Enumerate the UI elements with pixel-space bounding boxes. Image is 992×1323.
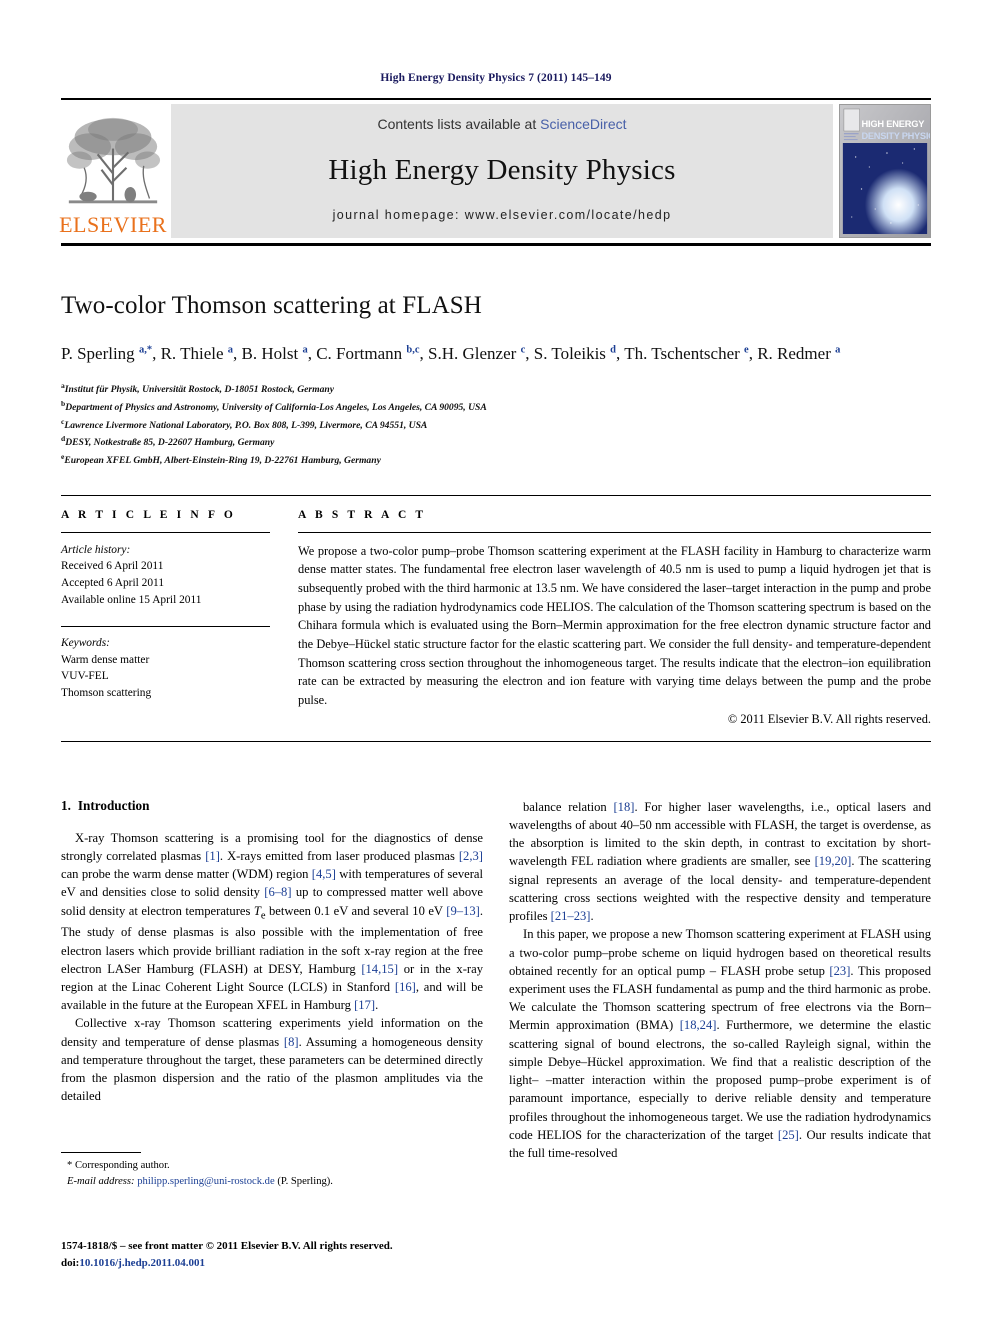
- body-column-left: 1. Introduction X-ray Thomson scattering …: [61, 798, 483, 1163]
- article-history-group: Article history: Received 6 April 2011 A…: [61, 542, 270, 609]
- journal-homepage-line[interactable]: journal homepage: www.elsevier.com/locat…: [333, 208, 672, 222]
- article-history-label: Article history:: [61, 543, 131, 556]
- elsevier-tree-icon: [66, 117, 161, 204]
- affiliation-item: dDESY, Notkestraße 85, D-22607 Hamburg, …: [61, 434, 275, 449]
- svg-text:DENSITY PHYSICS: DENSITY PHYSICS: [862, 130, 930, 141]
- abstract-column: A B S T R A C T We propose a two-color p…: [298, 509, 931, 727]
- corresponding-author-note: * Corresponding author.: [61, 1158, 471, 1174]
- history-item: Accepted 6 April 2011: [61, 577, 165, 590]
- history-item: Available online 15 April 2011: [61, 594, 202, 607]
- email-label: E-mail address:: [67, 1175, 135, 1187]
- footnote-rule: [61, 1152, 141, 1153]
- page-title: Two-color Thomson scattering at FLASH: [61, 292, 482, 319]
- paragraph: balance relation [18]. For higher laser …: [509, 799, 931, 924]
- affiliation-list: aInstitut für Physik, Universität Rostoc…: [61, 380, 931, 469]
- sciencedirect-link[interactable]: ScienceDirect: [540, 116, 626, 132]
- affiliation-item: bDepartment of Physics and Astronomy, Un…: [61, 398, 487, 414]
- abstract-rule: [298, 531, 931, 533]
- affiliation-item: cLawrence Livermore National Laboratory,…: [61, 416, 428, 431]
- doi-link[interactable]: 10.1016/j.hedp.2011.04.001: [79, 1257, 205, 1269]
- keywords-rule: [61, 625, 270, 627]
- corresponding-marker: *: [67, 1160, 73, 1171]
- elsevier-wordmark: ELSEVIER: [59, 212, 167, 237]
- affiliation-marker: e: [61, 452, 65, 461]
- header-rule: [61, 98, 931, 100]
- email-link[interactable]: philipp.sperling@uni-rostock.de: [137, 1176, 274, 1187]
- elsevier-logo: ELSEVIER: [59, 104, 167, 238]
- keyword-item: Warm dense matter: [61, 653, 150, 666]
- masthead-bottom-rule: [61, 243, 931, 246]
- frontmatter-block: 1574-1818/$ – see front matter © 2011 El…: [61, 1238, 531, 1271]
- email-owner: (P. Sperling).: [277, 1175, 333, 1187]
- doi-label: doi:: [61, 1256, 80, 1269]
- affiliation-item: aInstitut für Physik, Universität Rostoc…: [61, 381, 334, 396]
- abstract-text: We propose a two-color pump–probe Thomso…: [298, 543, 931, 707]
- paragraph: X-ray Thomson scattering is a promising …: [61, 830, 484, 1013]
- contents-available-line: Contents lists available at ScienceDirec…: [377, 116, 626, 132]
- journal-masthead: ELSEVIER Contents lists available at Sci…: [59, 104, 931, 238]
- doi-line: doi:10.1016/j.hedp.2011.04.001: [61, 1255, 531, 1272]
- affiliation-marker: c: [61, 416, 65, 426]
- info-abstract-bottom-rule: [61, 740, 931, 742]
- author-list: P. Sperling a,*, R. Thiele a, B. Holst a…: [61, 344, 841, 363]
- body-column-right: balance relation [18]. For higher laser …: [509, 798, 931, 1163]
- section-title: Introduction: [77, 797, 150, 813]
- affiliation-marker: d: [61, 434, 66, 444]
- journal-article-page: High Energy Density Physics 7 (2011) 145…: [0, 0, 992, 1323]
- article-info-rule: [61, 531, 270, 533]
- info-abstract-section: A R T I C L E I N F O Article history: R…: [61, 496, 931, 727]
- frontmatter-line: 1574-1818/$ – see front matter © 2011 El…: [61, 1240, 393, 1252]
- history-item: Received 6 April 2011: [61, 560, 164, 573]
- abstract-heading: A B S T R A C T: [298, 508, 427, 521]
- section-heading-introduction: 1. Introduction: [61, 798, 483, 814]
- keyword-item: VUV-FEL: [61, 670, 109, 683]
- affiliation-marker: b: [61, 398, 66, 408]
- affiliation-marker: a: [61, 381, 65, 391]
- cover-artwork: HIGH ENERGY DENSITY PHYSICS: [840, 105, 930, 237]
- title-block: Two-color Thomson scattering at FLASH P.…: [61, 292, 931, 469]
- paragraph: Collective x-ray Thomson scattering expe…: [61, 1016, 483, 1104]
- svg-text:HIGH ENERGY: HIGH ENERGY: [862, 118, 926, 129]
- contents-prefix: Contents lists available at: [377, 116, 541, 132]
- journal-title: High Energy Density Physics: [328, 153, 676, 186]
- keywords-label: Keywords:: [61, 636, 110, 649]
- affiliation-item: eEuropean XFEL GmbH, Albert-Einstein-Rin…: [61, 452, 381, 467]
- article-info-column: A R T I C L E I N F O Article history: R…: [61, 509, 298, 727]
- paragraph: In this paper, we propose a new Thomson …: [509, 927, 932, 1161]
- keywords-group: Keywords: Warm dense matter VUV-FEL Thom…: [61, 635, 270, 702]
- section-number: 1.: [61, 797, 71, 813]
- journal-cover-thumbnail: HIGH ENERGY DENSITY PHYSICS: [839, 104, 931, 238]
- running-head: High Energy Density Physics 7 (2011) 145…: [380, 72, 612, 84]
- email-note: E-mail address: philipp.sperling@uni-ros…: [61, 1174, 471, 1190]
- corresponding-text: Corresponding author.: [74, 1160, 170, 1171]
- article-info-heading: A R T I C L E I N F O: [61, 508, 236, 521]
- footnote-block: * Corresponding author. E-mail address: …: [61, 1152, 471, 1190]
- body-columns: 1. Introduction X-ray Thomson scattering …: [61, 798, 931, 1163]
- keyword-item: Thomson scattering: [61, 687, 152, 700]
- abstract-copyright: © 2011 Elsevier B.V. All rights reserved…: [727, 711, 931, 726]
- masthead-center: Contents lists available at ScienceDirec…: [171, 104, 833, 238]
